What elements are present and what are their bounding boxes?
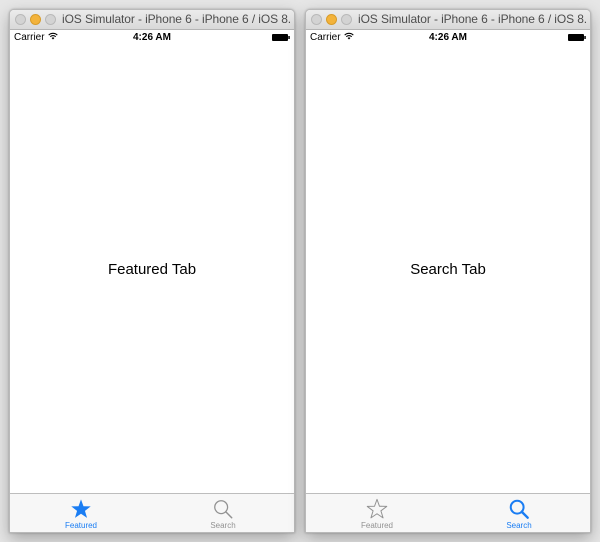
window-titlebar[interactable]: iOS Simulator - iPhone 6 - iPhone 6 / iO…	[306, 10, 590, 30]
star-icon	[71, 499, 91, 518]
zoom-window-button[interactable]	[341, 14, 352, 25]
ios-status-bar: Carrier 4:26 AM	[306, 30, 590, 45]
content-label: Featured Tab	[107, 261, 197, 278]
tab-search[interactable]: Search	[152, 494, 294, 532]
tab-featured-label: Featured	[360, 521, 394, 530]
tab-featured-label: Featured	[64, 521, 98, 530]
zoom-window-button[interactable]	[45, 14, 56, 25]
search-icon	[214, 500, 233, 519]
close-window-button[interactable]	[15, 14, 26, 25]
content-label: Search Tab	[410, 261, 486, 278]
close-window-button[interactable]	[311, 14, 322, 25]
tab-bar: Featured Search	[10, 493, 294, 532]
search-icon	[509, 499, 529, 519]
ios-status-bar: Carrier 4:26 AM	[10, 30, 294, 45]
tab-search-label: Search	[210, 521, 236, 530]
tab-featured[interactable]: Featured	[10, 494, 152, 532]
window-title: iOS Simulator - iPhone 6 - iPhone 6 / iO…	[358, 12, 586, 26]
tab-search-label: Search	[506, 521, 532, 530]
star-icon	[366, 498, 388, 519]
simulator-window-featured: iOS Simulator - iPhone 6 - iPhone 6 / iO…	[9, 9, 295, 533]
window-titlebar[interactable]: iOS Simulator - iPhone 6 - iPhone 6 / iO…	[10, 10, 294, 30]
tab-bar: Featured Search	[306, 493, 590, 532]
tab-search[interactable]: Search	[448, 494, 590, 532]
status-time: 4:26 AM	[429, 32, 467, 43]
window-title: iOS Simulator - iPhone 6 - iPhone 6 / iO…	[62, 12, 290, 26]
minimize-window-button[interactable]	[326, 14, 337, 25]
status-time: 4:26 AM	[133, 32, 171, 43]
tab-featured[interactable]: Featured	[306, 494, 448, 532]
search-view: Search Tab	[306, 45, 590, 494]
featured-view: Featured Tab	[10, 45, 294, 494]
battery-icon	[568, 34, 586, 41]
minimize-window-button[interactable]	[30, 14, 41, 25]
simulator-window-search: iOS Simulator - iPhone 6 - iPhone 6 / iO…	[305, 9, 591, 533]
battery-icon	[272, 34, 290, 41]
